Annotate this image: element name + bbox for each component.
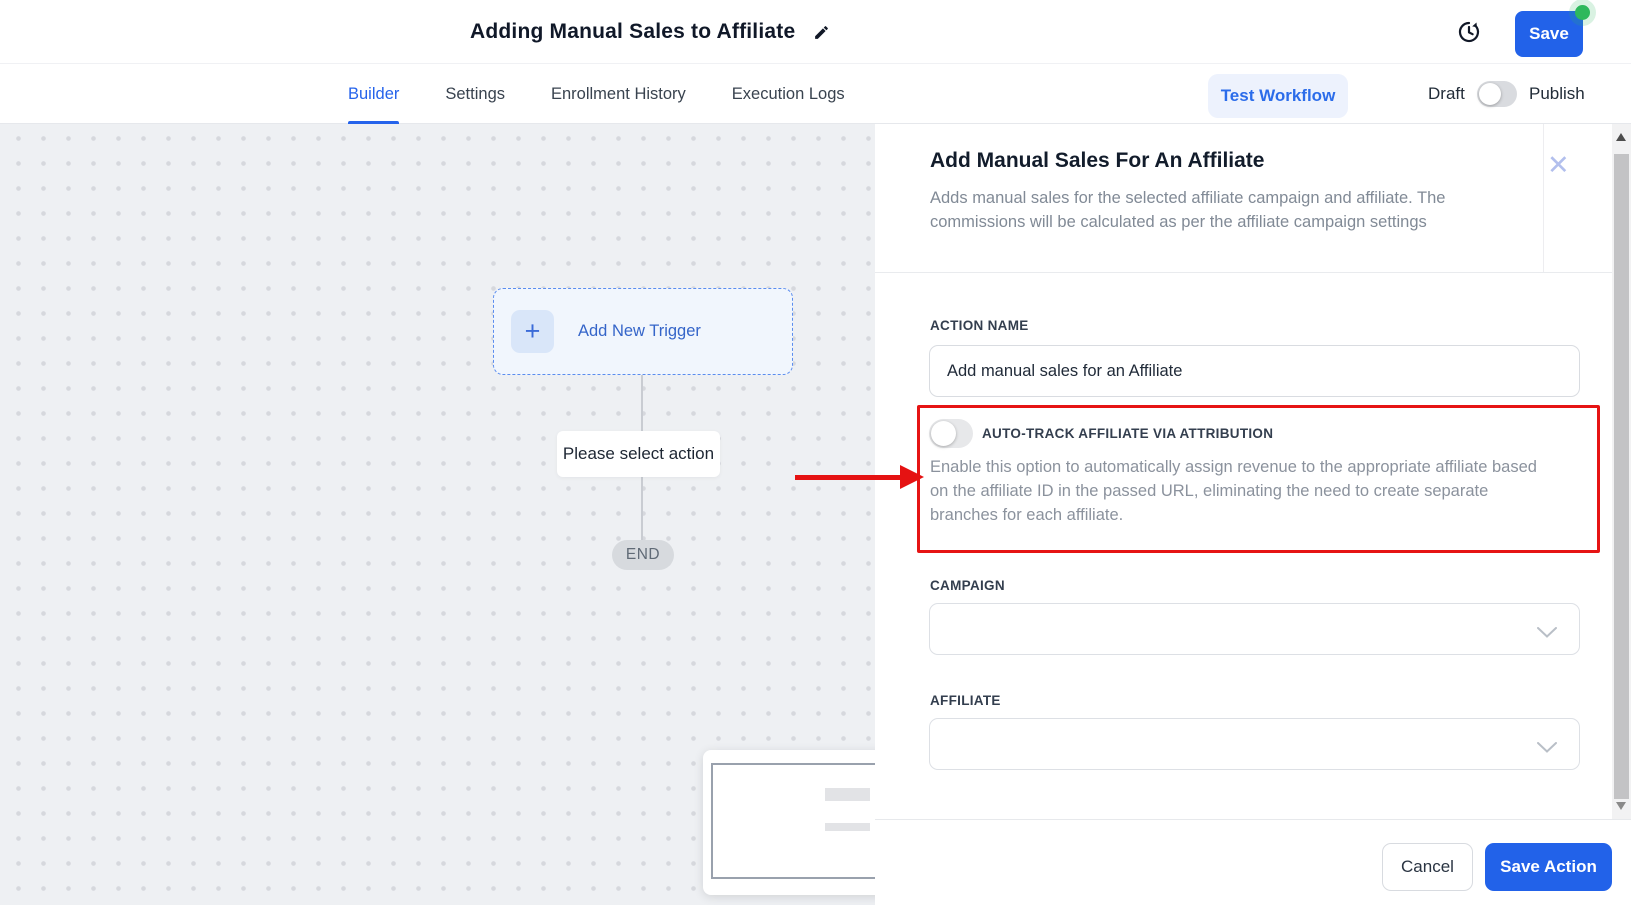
minimap-viewport — [711, 763, 875, 879]
panel-scrollbar[interactable] — [1612, 124, 1631, 819]
publish-label: Publish — [1529, 64, 1585, 124]
action-name-input[interactable] — [929, 345, 1580, 397]
publish-toggle-knob — [1479, 83, 1501, 105]
tabbar: Builder Settings Enrollment History Exec… — [0, 64, 1631, 124]
auto-track-toggle[interactable] — [929, 419, 973, 448]
publish-toggle[interactable] — [1477, 81, 1517, 107]
panel-header-divider — [875, 272, 1612, 273]
tab-list: Builder Settings Enrollment History Exec… — [348, 64, 845, 124]
end-node: END — [612, 540, 674, 570]
action-config-panel: Add Manual Sales For An Affiliate ✕ Adds… — [875, 124, 1612, 819]
panel-description: Adds manual sales for the selected affil… — [930, 186, 1465, 234]
add-trigger-node[interactable]: + Add New Trigger — [493, 288, 793, 375]
workflow-title-wrap: Adding Manual Sales to Affiliate — [470, 0, 830, 64]
workflow-title: Adding Manual Sales to Affiliate — [470, 20, 795, 44]
history-icon[interactable] — [1457, 20, 1481, 44]
app-root: Adding Manual Sales to Affiliate Save Bu… — [0, 0, 1631, 905]
topbar: Adding Manual Sales to Affiliate Save — [0, 0, 1631, 64]
edit-title-icon[interactable] — [813, 24, 830, 41]
chevron-down-icon — [1537, 740, 1557, 758]
panel-header-edge — [1543, 124, 1544, 272]
save-action-button[interactable]: Save Action — [1485, 843, 1612, 891]
action-name-label: ACTION NAME — [930, 318, 1029, 333]
save-status-dot — [1575, 5, 1590, 20]
scrollbar-thumb[interactable] — [1614, 154, 1629, 799]
add-trigger-label: Add New Trigger — [578, 322, 701, 341]
edge-hint-label: Please select action — [557, 431, 720, 477]
workflow-canvas[interactable]: + Add New Trigger Please select action E… — [0, 124, 875, 905]
plus-icon: + — [511, 310, 554, 353]
cancel-button[interactable]: Cancel — [1382, 843, 1473, 891]
minimap-node-a — [825, 788, 870, 801]
minimap[interactable] — [703, 750, 875, 895]
affiliate-label: AFFILIATE — [930, 693, 1001, 708]
affiliate-select[interactable] — [929, 718, 1580, 770]
panel-title: Add Manual Sales For An Affiliate — [930, 149, 1264, 173]
tab-execution-logs[interactable]: Execution Logs — [732, 64, 845, 124]
panel-footer: Cancel Save Action — [875, 819, 1631, 905]
save-button[interactable]: Save — [1515, 11, 1583, 57]
scroll-up-icon[interactable] — [1616, 133, 1626, 141]
scroll-down-icon[interactable] — [1616, 802, 1626, 810]
auto-track-label: AUTO-TRACK AFFILIATE VIA ATTRIBUTION — [982, 426, 1273, 441]
test-workflow-button[interactable]: Test Workflow — [1208, 74, 1348, 118]
tab-settings[interactable]: Settings — [445, 64, 505, 124]
campaign-label: CAMPAIGN — [930, 578, 1005, 593]
tab-enrollment-history[interactable]: Enrollment History — [551, 64, 686, 124]
minimap-node-b — [825, 823, 870, 831]
auto-track-toggle-knob — [931, 421, 956, 446]
tab-builder[interactable]: Builder — [348, 64, 399, 124]
auto-track-description: Enable this option to automatically assi… — [930, 455, 1552, 527]
draft-label: Draft — [1428, 64, 1465, 124]
chevron-down-icon — [1537, 625, 1557, 643]
close-icon[interactable]: ✕ — [1547, 152, 1570, 179]
campaign-select[interactable] — [929, 603, 1580, 655]
